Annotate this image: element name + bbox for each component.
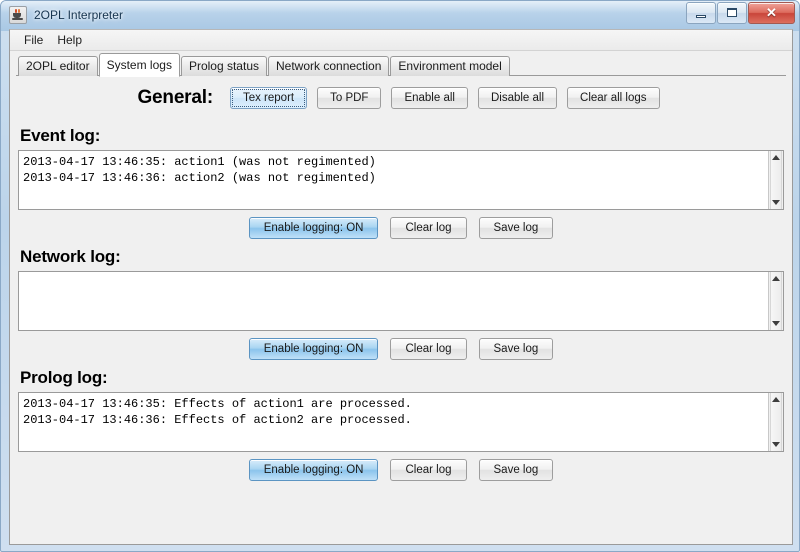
maximize-icon [727,8,737,17]
prolog-log-buttons: Enable logging: ON Clear log Save log [18,459,784,481]
event-log-scrollbar[interactable] [768,151,783,209]
minimize-icon [696,15,706,18]
scroll-down-icon[interactable] [769,196,783,209]
menu-item-file[interactable]: File [17,31,50,49]
general-toolbar: General: Tex report To PDF Enable all Di… [18,78,784,118]
enable-all-button[interactable]: Enable all [391,87,468,109]
network-log-box[interactable] [18,271,784,331]
window-controls: ✕ [685,2,795,24]
prolog-log-title: Prolog log: [20,368,108,387]
tab-environment-model[interactable]: Environment model [390,56,510,76]
tab-2opl-editor[interactable]: 2OPL editor [18,56,98,76]
tab-network-connection[interactable]: Network connection [268,56,390,76]
maximize-button[interactable] [717,2,747,24]
minimize-button[interactable] [686,2,716,24]
event-log-save-button[interactable]: Save log [478,217,554,239]
disable-all-button[interactable]: Disable all [477,87,558,109]
event-log-box[interactable]: 2013-04-17 13:46:35: action1 (was not re… [18,150,784,210]
scroll-up-icon[interactable] [769,272,783,285]
close-button[interactable]: ✕ [748,2,795,24]
tab-system-logs[interactable]: System logs [98,53,180,77]
event-log-title: Event log: [20,126,101,145]
prolog-log-text[interactable]: 2013-04-17 13:46:35: Effects of action1 … [19,393,768,451]
network-log-scrollbar[interactable] [768,272,783,330]
system-logs-panel: General: Tex report To PDF Enable all Di… [10,78,792,481]
event-log-text[interactable]: 2013-04-17 13:46:35: action1 (was not re… [19,151,768,209]
tab-bar: 2OPL editor System logs Prolog status Ne… [10,53,792,77]
event-log-buttons: Enable logging: ON Clear log Save log [18,217,784,239]
prolog-log-enable-logging-button[interactable]: Enable logging: ON [248,459,379,481]
tab-prolog-status[interactable]: Prolog status [180,56,267,76]
java-coffee-cup-icon [9,6,27,24]
network-log-text[interactable] [19,272,768,330]
prolog-log-save-button[interactable]: Save log [478,459,554,481]
scroll-up-icon[interactable] [769,151,783,164]
event-log-enable-logging-button[interactable]: Enable logging: ON [248,217,379,239]
general-label: General: [137,87,213,108]
network-log-enable-logging-button[interactable]: Enable logging: ON [248,338,379,360]
scroll-down-icon[interactable] [769,317,783,330]
menu-bar: File Help [10,30,792,51]
network-log-title: Network log: [20,247,121,266]
title-bar[interactable]: 2OPL Interpreter ✕ [1,1,799,29]
event-log-clear-button[interactable]: Clear log [390,217,467,239]
client-area: File Help 2OPL editor System logs Prolog… [9,29,793,545]
menu-item-help[interactable]: Help [50,31,89,49]
prolog-log-clear-button[interactable]: Clear log [390,459,467,481]
scroll-up-icon[interactable] [769,393,783,406]
network-log-buttons: Enable logging: ON Clear log Save log [18,338,784,360]
scroll-down-icon[interactable] [769,438,783,451]
clear-all-logs-button[interactable]: Clear all logs [567,87,660,109]
tex-report-button[interactable]: Tex report [229,87,308,109]
prolog-log-scrollbar[interactable] [768,393,783,451]
close-icon: ✕ [766,5,777,20]
application-window: 2OPL Interpreter ✕ File Help 2OPL editor… [0,0,800,552]
network-log-clear-button[interactable]: Clear log [390,338,467,360]
window-title: 2OPL Interpreter [34,8,123,22]
network-log-save-button[interactable]: Save log [478,338,554,360]
prolog-log-box[interactable]: 2013-04-17 13:46:35: Effects of action1 … [18,392,784,452]
to-pdf-button[interactable]: To PDF [317,87,382,109]
